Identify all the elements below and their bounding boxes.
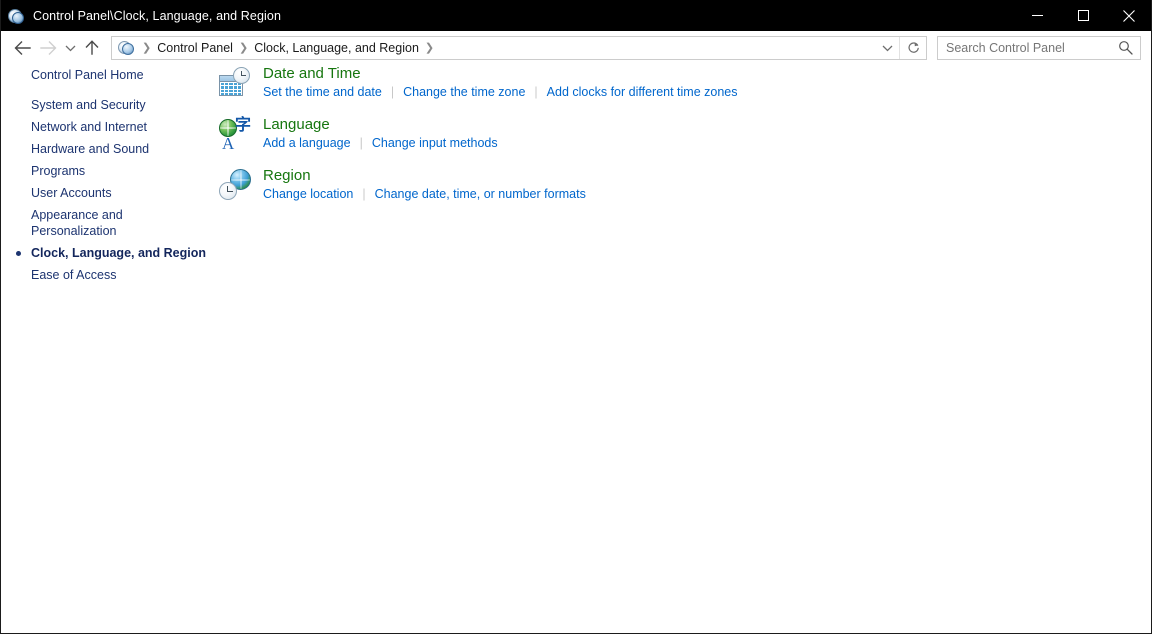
breadcrumb-item-clock-language-region[interactable]: Clock, Language, and Region: [254, 41, 419, 55]
sidebar-item-programs[interactable]: Programs: [1, 160, 216, 182]
sidebar-item-control-panel-home[interactable]: Control Panel Home: [1, 64, 216, 86]
category-title-date-and-time[interactable]: Date and Time: [263, 64, 738, 83]
link-change-the-time-zone[interactable]: Change the time zone: [403, 84, 525, 101]
search-box[interactable]: [937, 35, 1141, 60]
refresh-icon[interactable]: [899, 36, 926, 59]
sidebar-item-hardware-and-sound[interactable]: Hardware and Sound: [1, 138, 216, 160]
maximize-button[interactable]: [1060, 0, 1106, 31]
link-separator: |: [359, 136, 363, 150]
breadcrumb-separator-1: ❯: [238, 42, 249, 54]
navigation-bar: ❯ Control Panel ❯ Clock, Language, and R…: [1, 31, 1151, 64]
close-button[interactable]: [1106, 0, 1151, 31]
category-language: 字 A Language Add a language | Change inp…: [216, 115, 1151, 152]
link-separator: |: [362, 187, 366, 201]
sidebar-item-clock-language-and-region[interactable]: Clock, Language, and Region: [1, 242, 216, 264]
control-panel-icon: [7, 7, 25, 25]
category-links-language: Add a language | Change input methods: [263, 135, 498, 152]
address-history-chevron-down-icon[interactable]: [875, 37, 899, 59]
breadcrumb-separator-2[interactable]: ❯: [419, 41, 440, 54]
category-region: Region Change location | Change date, ti…: [216, 166, 1151, 203]
cjk-character-icon: 字: [234, 115, 251, 134]
link-change-location[interactable]: Change location: [263, 186, 353, 203]
recent-locations-button[interactable]: [61, 35, 79, 61]
search-icon[interactable]: [1118, 40, 1133, 60]
link-add-a-language[interactable]: Add a language: [263, 135, 351, 152]
letter-a-icon: A: [222, 134, 235, 153]
sidebar-item-user-accounts[interactable]: User Accounts: [1, 182, 216, 204]
category-date-and-time: Date and Time Set the time and date | Ch…: [216, 64, 1151, 101]
search-input[interactable]: [946, 37, 1106, 58]
window-controls: [1014, 0, 1151, 31]
region-icon: [219, 169, 251, 201]
link-change-input-methods[interactable]: Change input methods: [372, 135, 498, 152]
category-title-language[interactable]: Language: [263, 115, 498, 134]
link-add-clocks-for-different-time-zones[interactable]: Add clocks for different time zones: [547, 84, 738, 101]
breadcrumb-separator-0: ❯: [142, 42, 152, 54]
category-links-date-and-time: Set the time and date | Change the time …: [263, 84, 738, 101]
sidebar-item-appearance-and-personalization[interactable]: Appearance and Personalization: [1, 204, 216, 242]
language-icon: 字 A: [219, 115, 251, 153]
breadcrumb-control-panel-icon: [118, 40, 134, 56]
content-area: Control Panel Home System and Security N…: [1, 64, 1151, 633]
link-separator: |: [390, 85, 395, 99]
back-button[interactable]: [9, 35, 35, 61]
link-set-the-time-and-date[interactable]: Set the time and date: [263, 84, 382, 101]
date-and-time-icon: [219, 67, 251, 99]
address-bar[interactable]: ❯ Control Panel ❯ Clock, Language, and R…: [111, 35, 927, 60]
link-separator: |: [534, 85, 538, 99]
up-button[interactable]: [79, 35, 105, 61]
sidebar: Control Panel Home System and Security N…: [1, 64, 216, 286]
category-list: Date and Time Set the time and date | Ch…: [216, 64, 1151, 217]
sidebar-item-ease-of-access[interactable]: Ease of Access: [1, 264, 216, 286]
breadcrumb-item-control-panel[interactable]: Control Panel: [157, 41, 233, 55]
sidebar-item-system-and-security[interactable]: System and Security: [1, 94, 216, 116]
minimize-button[interactable]: [1014, 0, 1060, 31]
forward-button[interactable]: [35, 35, 61, 61]
category-links-region: Change location | Change date, time, or …: [263, 186, 586, 203]
control-panel-window: Control Panel\Clock, Language, and Regio…: [0, 0, 1152, 634]
category-title-region[interactable]: Region: [263, 166, 586, 185]
title-bar: Control Panel\Clock, Language, and Regio…: [1, 0, 1151, 31]
window-title: Control Panel\Clock, Language, and Regio…: [33, 8, 282, 23]
link-change-date-time-or-number-formats[interactable]: Change date, time, or number formats: [375, 186, 586, 203]
sidebar-item-network-and-internet[interactable]: Network and Internet: [1, 116, 216, 138]
